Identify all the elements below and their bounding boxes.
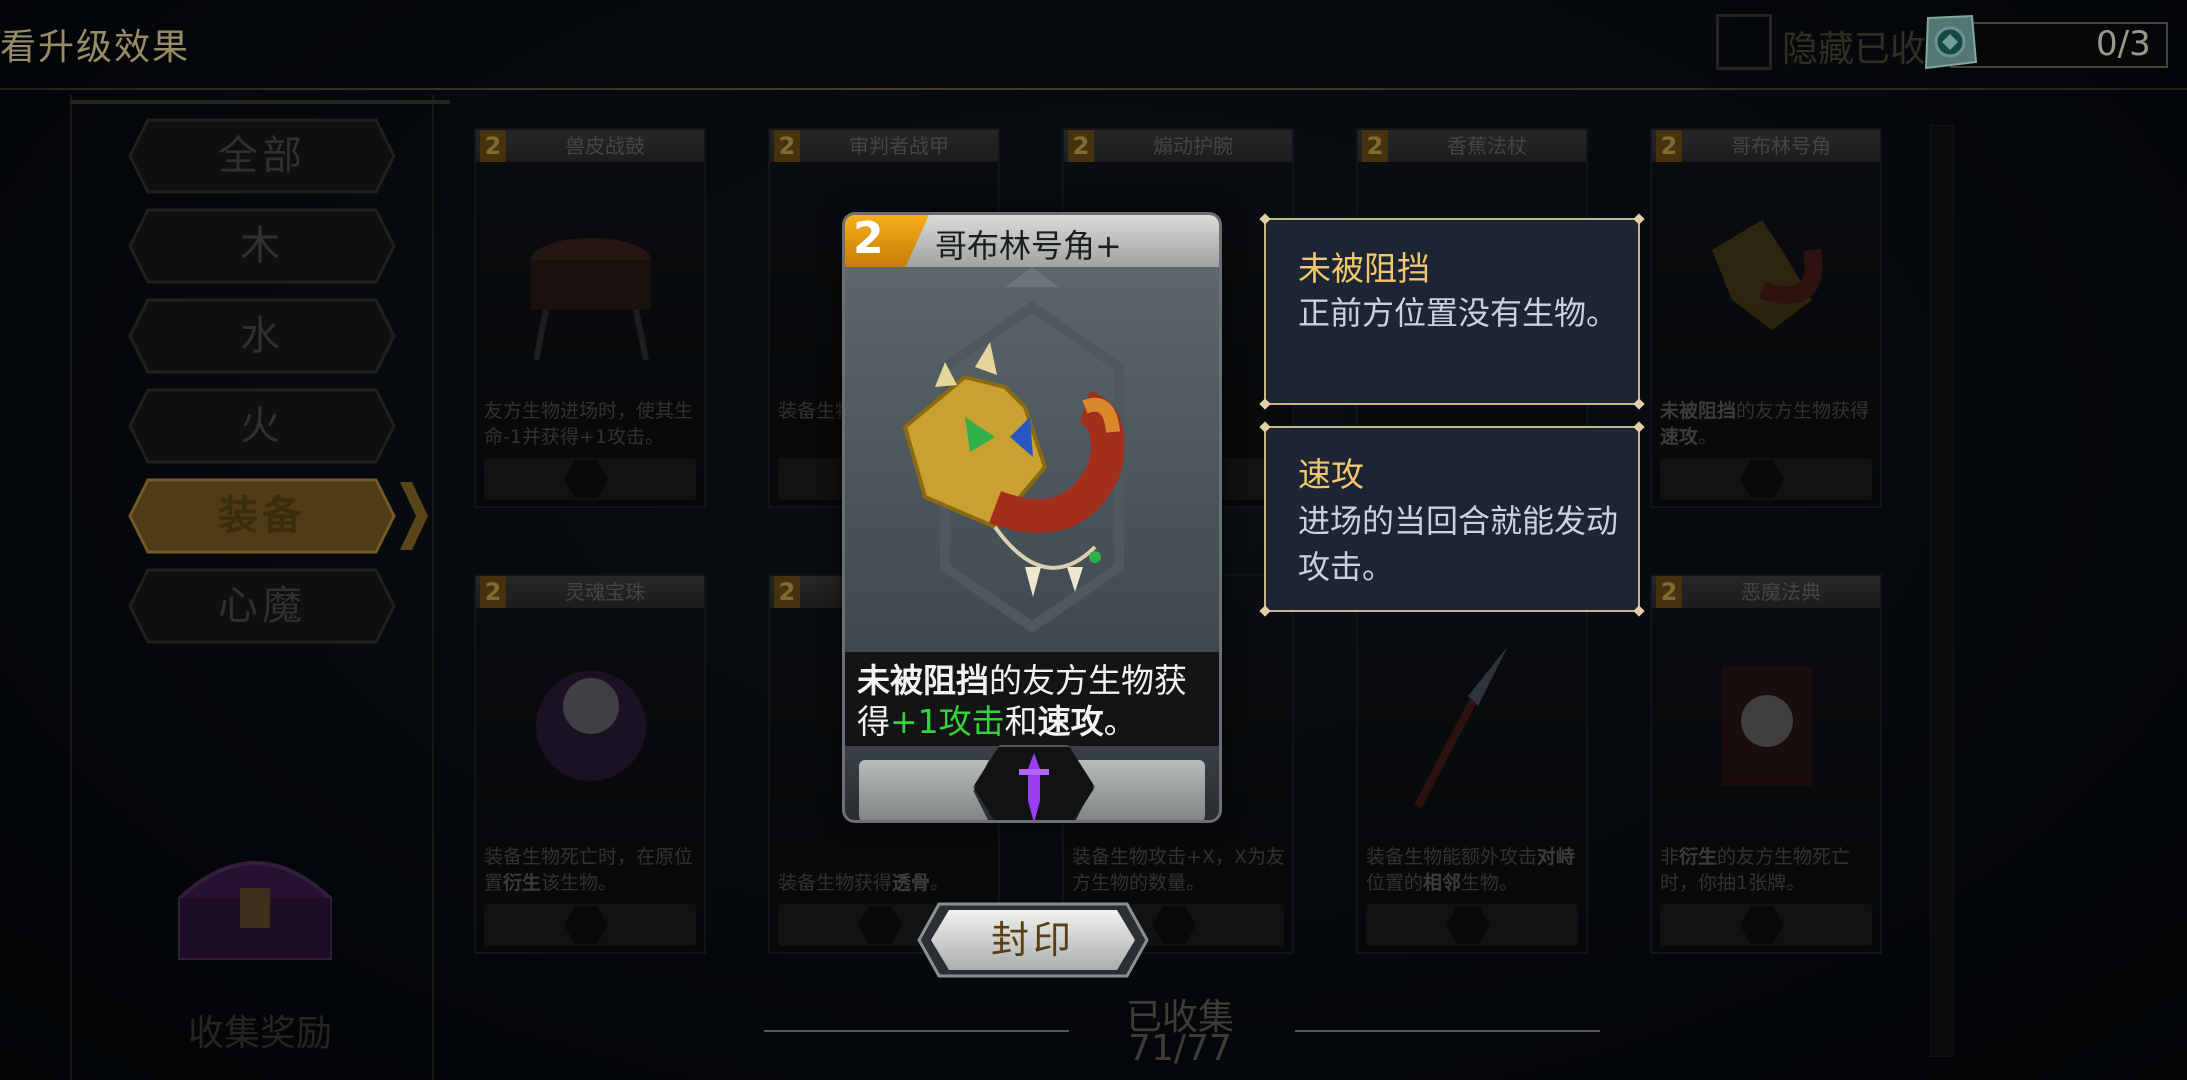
- keyword-tooltip-haste: 速攻 进场的当回合就能发动攻击。: [1259, 421, 1645, 617]
- goblin-horn-icon: [902, 267, 1125, 634]
- tooltip-text: 进场的当回合就能发动攻击。: [1298, 502, 1619, 586]
- tooltip-title: 速攻: [1298, 455, 1364, 494]
- featured-card: 2 哥布林号角+ 未被阻挡的友方生物获得+1攻击和速攻。: [845, 215, 1219, 820]
- card-slot-left: [859, 760, 989, 820]
- tooltip-text: 正前方位置没有生物。: [1298, 294, 1619, 332]
- divider: [1295, 1030, 1600, 1032]
- seal-button-label: 封印: [990, 918, 1075, 962]
- keyword-tooltip-unblocked: 未被阻挡 正前方位置没有生物。: [1259, 213, 1645, 410]
- card-cost: 2: [853, 215, 884, 264]
- card-name: 哥布林号角+: [935, 227, 1122, 265]
- card-description: 未被阻挡的友方生物获得+1攻击和速攻。: [857, 661, 1187, 741]
- collected-count: 71/77: [1128, 1028, 1232, 1069]
- divider: [764, 1030, 1069, 1032]
- card-art: [845, 267, 1219, 652]
- tooltip-title: 未被阻挡: [1298, 249, 1430, 288]
- card-slot-right: [1075, 760, 1205, 820]
